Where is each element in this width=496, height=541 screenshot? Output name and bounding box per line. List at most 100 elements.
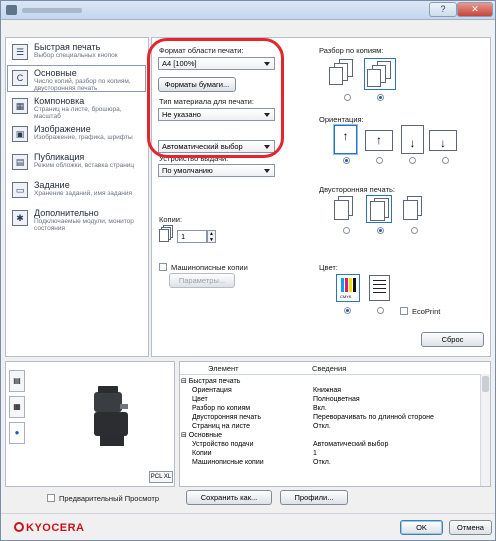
collate-on-icon[interactable]: [364, 58, 396, 90]
window-title: [22, 8, 82, 13]
table-row: ⊟ Быстрая печать: [180, 377, 480, 386]
row-item: Копии: [192, 450, 212, 457]
ecoprint-checkbox[interactable]: [400, 307, 408, 315]
paper-source-value: Автоматический выбор: [162, 142, 243, 151]
orientation-portrait-radio[interactable]: [343, 157, 350, 164]
copies-label: Копии:: [159, 215, 183, 224]
collate-off-icon[interactable]: [329, 59, 357, 89]
kyocera-logo: KYOCERA: [14, 522, 85, 534]
paper-sizes-button[interactable]: Форматы бумаги...: [158, 77, 236, 92]
monochrome-icon[interactable]: [369, 275, 390, 301]
orientation-landscape-rotated-radio[interactable]: [442, 157, 449, 164]
portrait-icon[interactable]: ↑: [334, 125, 357, 154]
portrait-rotated-icon[interactable]: ↓: [401, 125, 424, 154]
cancel-button[interactable]: Отмена: [449, 520, 492, 535]
ecoprint-label: EcoPrint: [412, 307, 441, 316]
nav-item-description: Режим обложки, вставка страниц: [34, 162, 135, 169]
duplex-short-edge-icon[interactable]: [403, 196, 425, 222]
nav-item-description: Подключаемые модули, монитор состояния: [34, 218, 134, 232]
print-size-select[interactable]: A4 [100%]: [158, 57, 275, 70]
orientation-portrait-rotated-radio[interactable]: [409, 157, 416, 164]
printer-preview-pane: ▤ ▦ ● PCL XL: [5, 361, 175, 487]
row-item: Ориентация: [192, 387, 232, 394]
nav-item-publishing[interactable]: ▤ Публикация Режим обложки, вставка стра…: [8, 150, 147, 177]
color-mode-icon[interactable]: CMYK: [336, 274, 360, 302]
duplex-long-edge-icon[interactable]: [366, 195, 392, 223]
color-label: Цвет:: [319, 263, 338, 272]
nav-item-basic[interactable]: C Основные Число копий, разбор по копиям…: [7, 65, 146, 92]
media-type-select[interactable]: Не указано: [158, 108, 275, 121]
nav-item-label: Компоновка: [34, 96, 85, 106]
nav-item-label: Изображение: [34, 124, 91, 134]
printer-icon: [6, 5, 17, 15]
table-row: Страниц на листе Откл.: [180, 422, 480, 431]
nav-item-quick-print[interactable]: ☰ Быстрая печать Выбор специальных кнопо…: [8, 40, 147, 67]
side-tab-color-icon[interactable]: ●: [9, 422, 25, 444]
monochrome-radio[interactable]: [377, 307, 384, 314]
output-tray-select[interactable]: По умолчанию: [158, 164, 275, 177]
duplex-off-icon[interactable]: [334, 196, 356, 222]
duplex-short-edge-radio[interactable]: [411, 227, 418, 234]
paper-source-select[interactable]: Автоматический выбор: [158, 140, 275, 153]
duplex-label: Двусторонняя печать:: [319, 185, 395, 194]
layout-icon: ▦: [12, 98, 28, 114]
print-preferences-window: ? ✕ ☰ Быстрая печать Выбор специальных к…: [0, 0, 496, 541]
output-tray-label: Устройство выдачи:: [159, 154, 229, 163]
mopy-checkbox[interactable]: [159, 263, 167, 271]
duplex-long-edge-radio[interactable]: [377, 227, 384, 234]
copies-stepper[interactable]: ▲ ▼: [207, 230, 216, 243]
pdl-badge: PCL XL: [149, 471, 173, 483]
nav-item-description: Изображение, графика, шрифты: [34, 134, 133, 141]
table-row: Копии 1: [180, 449, 480, 458]
column-header-item[interactable]: Элемент: [208, 364, 239, 373]
nav-item-imaging[interactable]: ▣ Изображение Изображение, графика, шриф…: [8, 122, 147, 149]
mopy-settings-button[interactable]: Параметры...: [169, 273, 235, 288]
media-type-value: Не указано: [162, 110, 201, 119]
footer-divider: [1, 513, 495, 514]
print-size-value: A4 [100%]: [162, 59, 197, 68]
landscape-rotated-icon[interactable]: ↓: [429, 130, 457, 151]
table-row: Устройство подачи Автоматический выбор: [180, 440, 480, 449]
header-divider: [180, 374, 480, 375]
nav-item-description: Страниц на листе, брошюра, масштаб: [34, 106, 122, 120]
profiles-button[interactable]: Профили...: [280, 490, 348, 505]
landscape-icon[interactable]: ↑: [365, 130, 393, 151]
nav-item-advanced[interactable]: ✱ Дополнительно Подключаемые модули, мон…: [8, 206, 147, 233]
advanced-icon: ✱: [12, 210, 28, 226]
nav-item-job[interactable]: ▭ Задание Хранение заданий, имя задания: [8, 178, 147, 205]
help-button[interactable]: ?: [429, 2, 457, 17]
ok-button[interactable]: OK: [400, 520, 443, 535]
row-value: 1: [313, 450, 317, 457]
collate-off-radio[interactable]: [344, 94, 351, 101]
print-size-label: Формат области печати:: [159, 46, 244, 55]
side-tab-printer-icon[interactable]: ▤: [9, 370, 25, 392]
row-item: Двусторонняя печать: [192, 414, 261, 421]
job-icon: ▭: [12, 182, 28, 198]
copies-input[interactable]: 1: [177, 230, 207, 243]
table-row: Машинописные копии Откл.: [180, 458, 480, 467]
row-value: Откл.: [313, 459, 331, 466]
save-as-button[interactable]: Сохранить как...: [186, 490, 272, 505]
reset-button[interactable]: Сброс: [421, 332, 484, 347]
nav-item-layout[interactable]: ▦ Компоновка Страниц на листе, брошюра, …: [8, 94, 147, 121]
row-item: Машинописные копии: [192, 459, 264, 466]
duplex-off-radio[interactable]: [343, 227, 350, 234]
row-item: Цвет: [192, 396, 208, 403]
close-button[interactable]: ✕: [457, 2, 493, 17]
settings-nav: ☰ Быстрая печать Выбор специальных кнопо…: [5, 37, 149, 357]
color-radio[interactable]: [344, 307, 351, 314]
chevron-down-icon: [264, 145, 270, 149]
print-preview-checkbox[interactable]: [47, 494, 55, 502]
printer-image: [94, 386, 128, 446]
print-preview-label: Предварительный Просмотр: [59, 494, 159, 503]
nav-item-label: Публикация: [34, 152, 85, 162]
side-tab-page-icon[interactable]: ▦: [9, 396, 25, 418]
orientation-landscape-radio[interactable]: [376, 157, 383, 164]
column-header-details[interactable]: Сведения: [312, 364, 346, 373]
collate-on-radio[interactable]: [377, 94, 384, 101]
table-row: Ориентация Книжная: [180, 386, 480, 395]
image-icon: ▣: [12, 126, 28, 142]
scrollbar-thumb[interactable]: [482, 376, 489, 392]
publishing-icon: ▤: [12, 154, 28, 170]
table-scrollbar[interactable]: [480, 374, 490, 486]
